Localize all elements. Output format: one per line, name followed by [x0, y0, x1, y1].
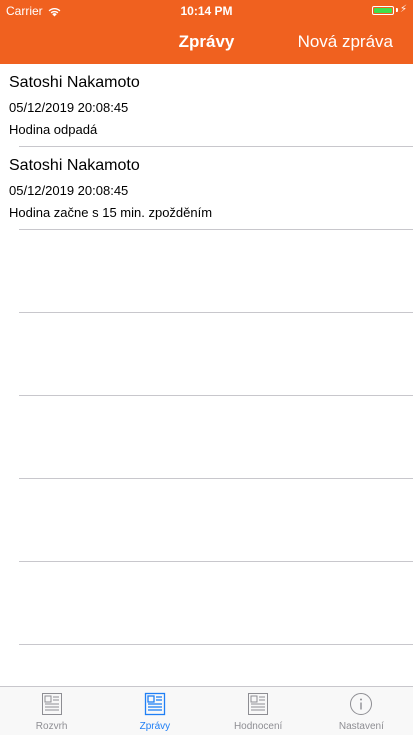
message-list[interactable]: Satoshi Nakamoto 05/12/2019 20:08:45 Hod…	[0, 64, 413, 686]
message-date: 05/12/2019 20:08:45	[9, 100, 129, 115]
header: Carrier 10:14 PM ⚡ Zprávy Nová zpráva	[0, 0, 413, 64]
battery-icon	[371, 5, 394, 15]
info-icon	[350, 693, 373, 715]
charging-icon: ⚡	[399, 4, 407, 15]
tab-bar: Rozvrh Zprávy Hodnocení Nastavení	[0, 686, 413, 735]
empty-row	[0, 479, 413, 562]
status-time: 10:14 PM	[180, 4, 233, 18]
message-text: Hodina začne s 15 min. zpožděním	[9, 205, 213, 220]
message-row[interactable]: Satoshi Nakamoto 05/12/2019 20:08:45 Hod…	[0, 147, 413, 230]
new-message-button[interactable]: Nová zpráva	[298, 32, 393, 52]
empty-row	[0, 396, 413, 479]
app-screen: Carrier 10:14 PM ⚡ Zprávy Nová zpráva Sa…	[0, 0, 413, 735]
tab-label: Hodnocení	[233, 721, 283, 732]
empty-row	[0, 562, 413, 645]
message-row[interactable]: Satoshi Nakamoto 05/12/2019 20:08:45 Hod…	[0, 64, 413, 147]
message-sender: Satoshi Nakamoto	[9, 74, 140, 91]
tab-hodnoceni[interactable]: Hodnocení	[207, 687, 310, 735]
tab-label: Rozvrh	[35, 721, 68, 732]
document-icon	[144, 692, 166, 716]
message-sender: Satoshi Nakamoto	[9, 157, 140, 174]
message-text: Hodina odpadá	[9, 122, 98, 137]
status-bar: Carrier 10:14 PM ⚡	[0, 0, 413, 20]
empty-row	[0, 313, 413, 396]
tab-zpravy[interactable]: Zprávy	[103, 687, 206, 735]
document-icon	[41, 693, 62, 715]
navigation-bar: Zprávy Nová zpráva	[0, 20, 413, 64]
row-divider	[19, 644, 413, 645]
battery: ⚡	[371, 4, 407, 15]
tab-rozvrh[interactable]: Rozvrh	[0, 687, 103, 735]
tab-nastaveni[interactable]: Nastavení	[310, 687, 413, 735]
tab-label: Nastavení	[338, 721, 384, 732]
document-icon	[248, 693, 269, 715]
tab-label: Zprávy	[139, 721, 171, 732]
empty-row	[0, 230, 413, 313]
message-date: 05/12/2019 20:08:45	[9, 183, 129, 198]
